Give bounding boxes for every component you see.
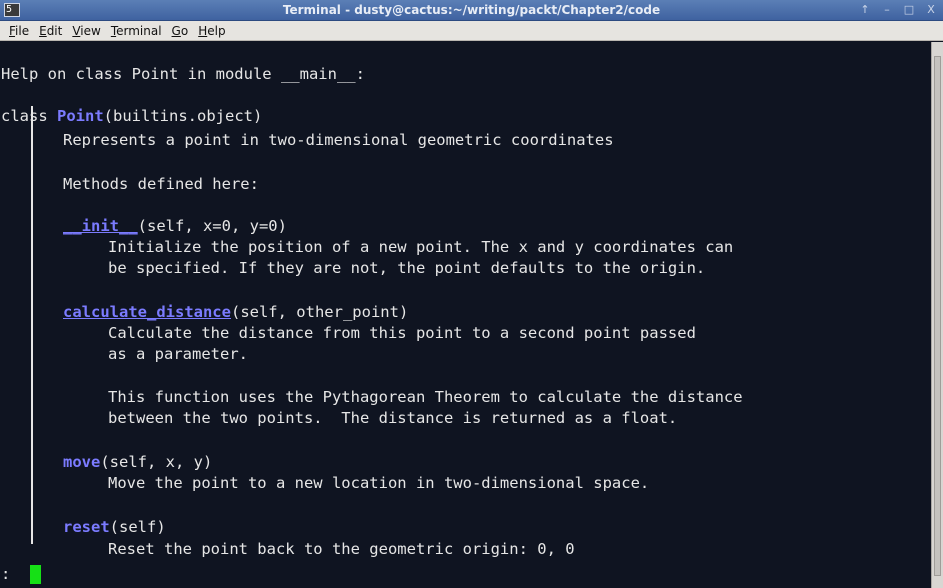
menu-help-label: elp bbox=[207, 23, 226, 38]
method-init-signature: __init__(self, x=0, y=0) bbox=[63, 216, 287, 236]
menu-view-label: iew bbox=[80, 23, 101, 38]
method-calculate-distance-doc-line-2: as a parameter. bbox=[108, 345, 248, 363]
menu-go-label: o bbox=[180, 23, 189, 38]
menu-edit-mnemonic: E bbox=[39, 23, 47, 38]
method-calculate-distance-doc-line-4: between the two points. The distance is … bbox=[108, 409, 678, 427]
shade-icon[interactable]: ↑ bbox=[857, 2, 873, 18]
title-bar[interactable]: 5 Terminal - dusty@cactus:~/writing/pack… bbox=[0, 0, 943, 21]
method-reset-args: (self) bbox=[109, 518, 166, 536]
terminal-cursor bbox=[30, 565, 41, 584]
menu-help[interactable]: Help bbox=[193, 22, 230, 40]
close-icon[interactable]: X bbox=[923, 2, 939, 18]
method-calculate-distance-signature: calculate_distance(self, other_point) bbox=[63, 302, 408, 322]
maximize-icon[interactable]: □ bbox=[901, 2, 917, 18]
menu-edit[interactable]: Edit bbox=[34, 22, 67, 40]
menu-help-mnemonic: H bbox=[198, 23, 208, 38]
methods-heading: Methods defined here: bbox=[63, 175, 259, 193]
method-reset-doc: Reset the point back to the geometric or… bbox=[108, 540, 575, 558]
method-move-signature: move(self, x, y) bbox=[63, 452, 212, 472]
menu-terminal-label: erminal bbox=[116, 23, 162, 38]
method-init-doc-line-2: be specified. If they are not, the point… bbox=[108, 259, 706, 277]
terminal-app-icon[interactable]: 5 bbox=[4, 3, 20, 17]
class-signature: class Point(builtins.object) bbox=[1, 106, 262, 126]
method-init-name: __init__ bbox=[63, 217, 138, 235]
menu-go-mnemonic: G bbox=[171, 23, 181, 38]
docstring-margin-bar bbox=[31, 106, 33, 544]
menu-edit-label: dit bbox=[46, 23, 63, 38]
method-calculate-distance-doc-line-1: Calculate the distance from this point t… bbox=[108, 324, 696, 342]
terminal-output[interactable]: Help on class Point in module __main__: … bbox=[0, 42, 931, 588]
method-move-args: (self, x, y) bbox=[100, 453, 213, 471]
class-keyword: class bbox=[1, 107, 57, 125]
window-controls: ↑ – □ X bbox=[857, 2, 939, 19]
menu-go[interactable]: Go bbox=[167, 22, 194, 40]
method-calculate-distance-args: (self, other_point) bbox=[230, 303, 409, 321]
menu-view[interactable]: View bbox=[67, 22, 105, 40]
method-move-name: move bbox=[63, 453, 101, 471]
method-calculate-distance-name: calculate_distance bbox=[63, 303, 231, 321]
minimize-icon[interactable]: – bbox=[879, 2, 895, 18]
method-reset-name: reset bbox=[63, 518, 110, 536]
help-header: Help on class Point in module __main__: bbox=[1, 65, 365, 83]
terminal-window: 5 Terminal - dusty@cactus:~/writing/pack… bbox=[0, 0, 943, 588]
menu-terminal[interactable]: Terminal bbox=[106, 22, 167, 40]
pager-prompt: : bbox=[1, 565, 11, 583]
menu-bar: File Edit View Terminal Go Help bbox=[0, 21, 943, 41]
class-base: (builtins.object) bbox=[103, 107, 263, 125]
class-name: Point bbox=[57, 107, 104, 125]
scrollbar-thumb[interactable] bbox=[934, 56, 941, 576]
window-title: Terminal - dusty@cactus:~/writing/packt/… bbox=[282, 3, 661, 17]
class-docstring: Represents a point in two-dimensional ge… bbox=[63, 131, 614, 149]
method-calculate-distance-doc-line-3: This function uses the Pythagorean Theor… bbox=[108, 388, 743, 406]
vertical-scrollbar[interactable] bbox=[931, 42, 943, 588]
menu-file-label: ile bbox=[15, 23, 30, 38]
menu-file[interactable]: File bbox=[4, 22, 34, 40]
method-move-doc: Move the point to a new location in two-… bbox=[108, 474, 650, 492]
method-init-doc-line-1: Initialize the position of a new point. … bbox=[108, 238, 734, 256]
method-init-args: (self, x=0, y=0) bbox=[137, 217, 287, 235]
method-reset-signature: reset(self) bbox=[63, 517, 166, 537]
